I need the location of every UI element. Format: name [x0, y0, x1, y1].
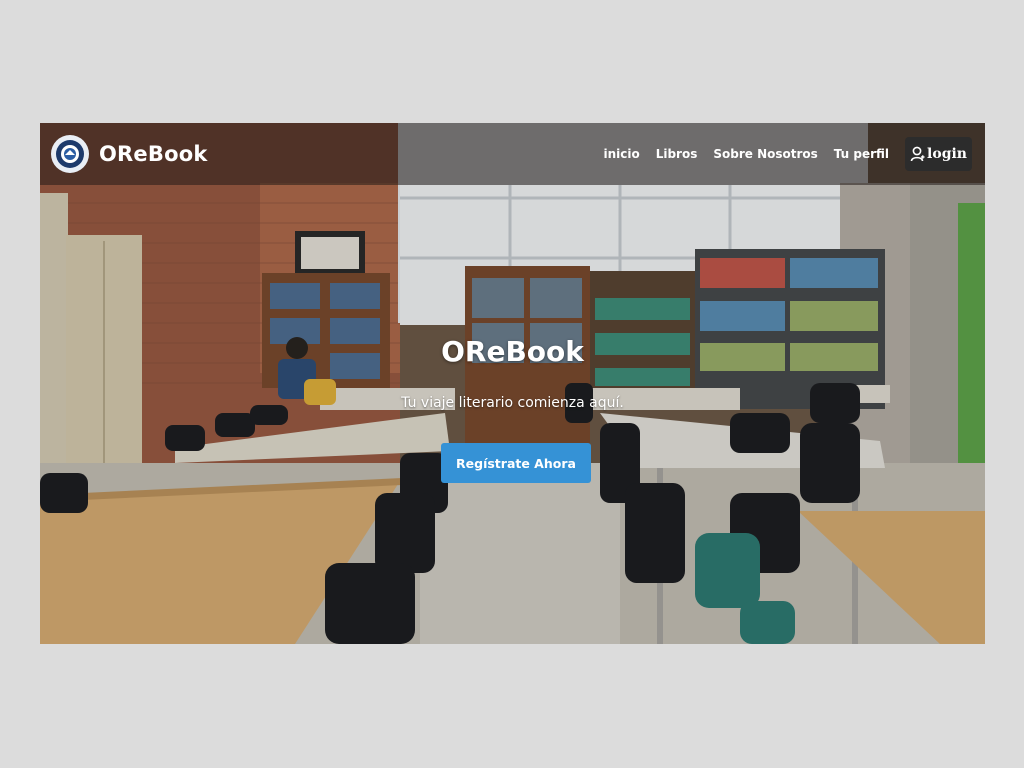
nav-link-inicio[interactable]: inicio: [603, 147, 639, 161]
hero-background-image: [40, 123, 985, 644]
navbar: OReBook inicio Libros Sobre Nosotros Tu …: [40, 123, 985, 185]
hero-title: OReBook: [441, 335, 584, 368]
main-nav: inicio Libros Sobre Nosotros Tu perfil l…: [587, 137, 972, 171]
hero-subtitle: Tu viaje literario comienza aquí.: [401, 395, 624, 411]
register-button[interactable]: Regístrate Ahora: [441, 443, 591, 483]
page-frame: OReBook inicio Libros Sobre Nosotros Tu …: [40, 123, 985, 644]
school-seal-logo: [51, 135, 89, 173]
nav-link-sobre-nosotros[interactable]: Sobre Nosotros: [713, 147, 817, 161]
login-button[interactable]: login: [905, 137, 972, 171]
nav-link-libros[interactable]: Libros: [656, 147, 698, 161]
login-label: login: [927, 146, 967, 162]
user-icon: [910, 146, 925, 162]
brand[interactable]: OReBook: [51, 135, 208, 173]
nav-link-tu-perfil[interactable]: Tu perfil: [834, 147, 889, 161]
brand-name: OReBook: [99, 142, 208, 166]
